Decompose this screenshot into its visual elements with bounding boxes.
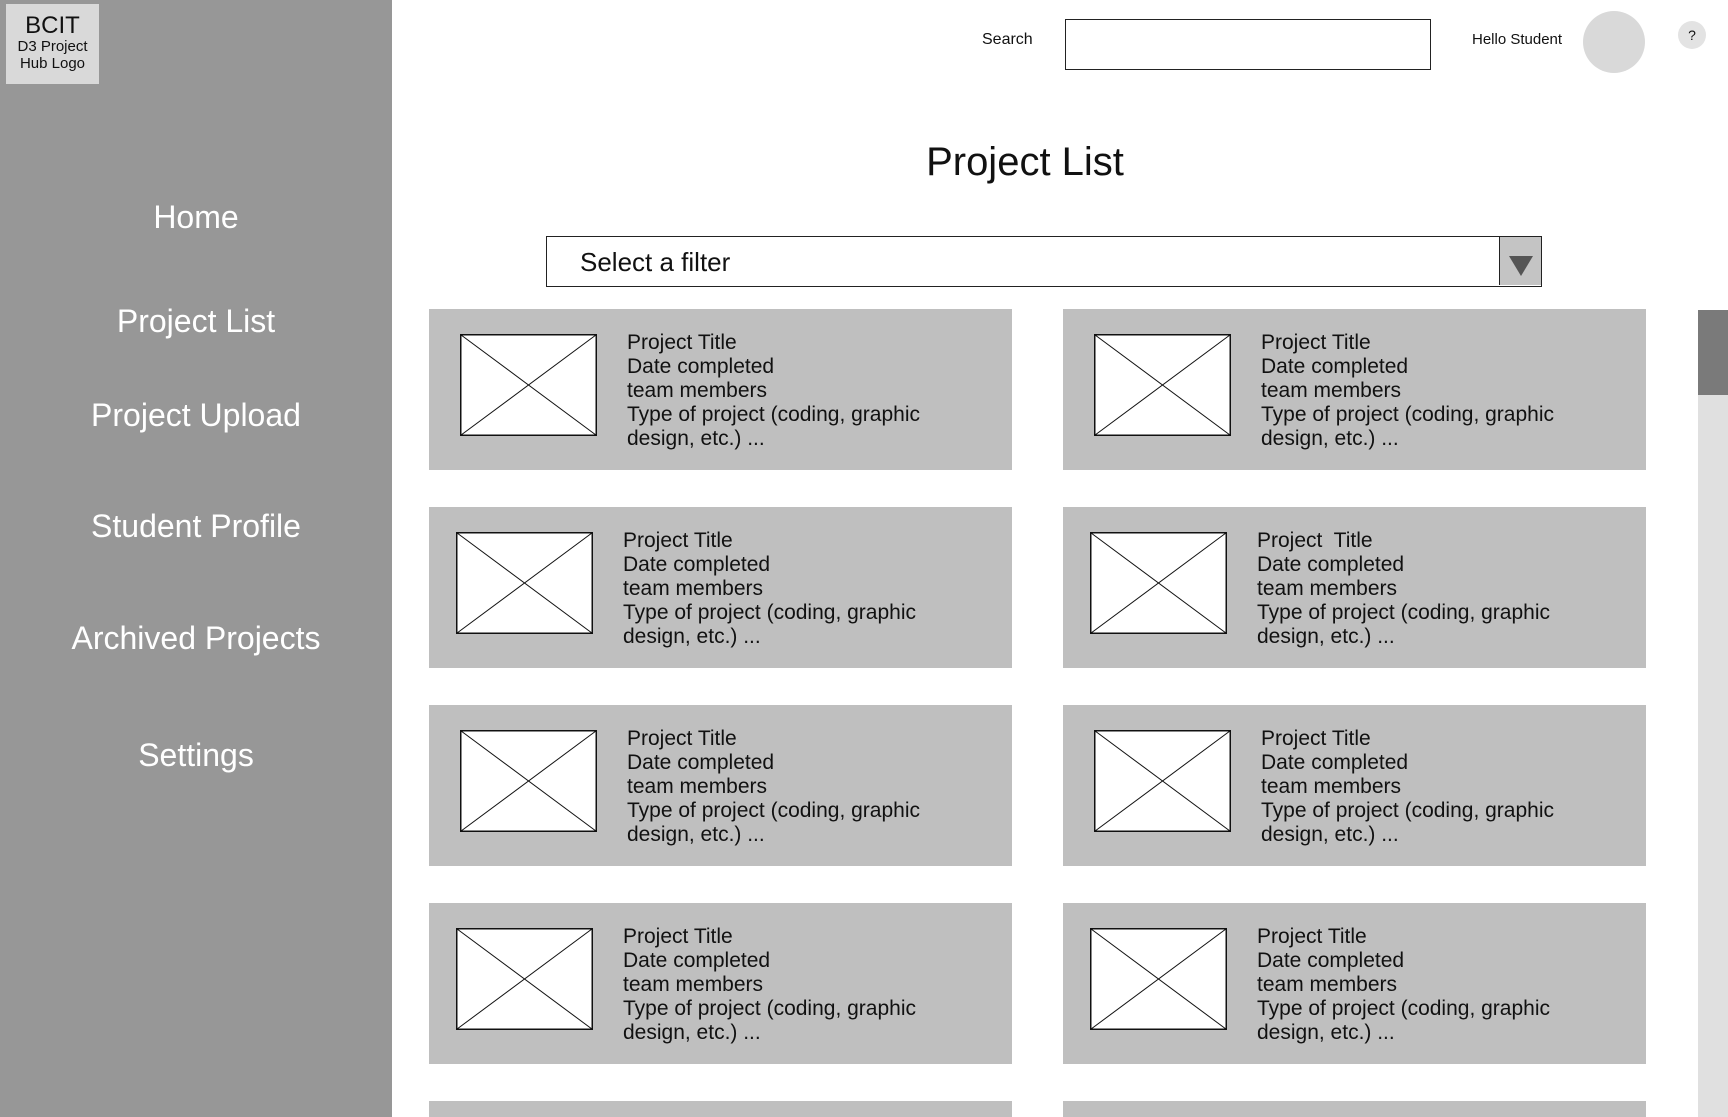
project-card[interactable]: Project Title Date completed team member…: [429, 507, 1012, 668]
project-card[interactable]: Project Title Date completed team member…: [1063, 507, 1646, 668]
scrollbar-thumb[interactable]: [1698, 310, 1728, 395]
project-title: Project Title: [1261, 331, 1371, 354]
project-card[interactable]: Project Title Date completed team member…: [429, 705, 1012, 866]
scrollbar-track[interactable]: [1698, 310, 1728, 1117]
nav-item-student-profile[interactable]: Student Profile: [0, 508, 392, 545]
image-placeholder-icon: [1094, 730, 1231, 832]
logo-line-2: D3 Project: [17, 38, 88, 56]
nav-item-settings[interactable]: Settings: [0, 737, 392, 774]
image-placeholder-icon: [1090, 928, 1227, 1030]
nav-item-home[interactable]: Home: [0, 199, 392, 236]
project-title: Project Title: [1257, 529, 1373, 552]
project-type: Type of project (coding, graphic: [1257, 997, 1550, 1020]
image-placeholder-icon: [456, 532, 593, 634]
project-type-cont: design, etc.) ...: [1261, 427, 1399, 450]
page-title: Project List: [926, 140, 1124, 184]
image-placeholder-icon: [460, 730, 597, 832]
project-card-info: Project Title Date completed team member…: [623, 925, 916, 1045]
project-date: Date completed: [1257, 553, 1405, 576]
image-placeholder-icon: [1090, 532, 1227, 634]
project-members: team members: [623, 577, 764, 600]
logo-line-3: Hub Logo: [19, 54, 86, 72]
image-placeholder-icon: [460, 334, 597, 436]
project-type: Type of project (coding, graphic: [1261, 403, 1554, 426]
project-type: Type of project (coding, graphic: [623, 601, 916, 624]
nav-item-project-list[interactable]: Project List: [0, 303, 392, 340]
project-title: Project Title: [1257, 925, 1367, 948]
project-members: team members: [627, 775, 768, 798]
project-card-info: Project Title Date completed team member…: [627, 331, 920, 451]
filter-selected-value: Select a filter: [580, 247, 731, 277]
triangle-down-icon: [1509, 256, 1533, 276]
project-type-cont: design, etc.) ...: [623, 625, 761, 648]
project-card[interactable]: Project Title Date completed team member…: [429, 903, 1012, 1064]
logo-line-1: BCIT: [25, 12, 80, 39]
project-card-info: Project Title Date completed team member…: [1257, 925, 1550, 1045]
nav-item-project-upload[interactable]: Project Upload: [0, 397, 392, 434]
image-placeholder-icon: [1094, 334, 1231, 436]
project-card[interactable]: Project Title Date completed team member…: [1063, 309, 1646, 470]
filter-select[interactable]: Select a filter: [546, 236, 1542, 287]
project-type: Type of project (coding, graphic: [1257, 601, 1550, 624]
filter-dropdown-button[interactable]: [1499, 237, 1541, 285]
project-date: Date completed: [1261, 355, 1409, 378]
project-card-info: Project Title Date completed team member…: [1257, 529, 1550, 649]
project-title: Project Title: [623, 925, 733, 948]
avatar[interactable]: [1583, 11, 1645, 73]
project-type-cont: design, etc.) ...: [623, 1021, 761, 1044]
project-type-cont: design, etc.) ...: [627, 427, 765, 450]
sidebar: BCIT D3 Project Hub Logo Home Project Li…: [0, 0, 392, 1117]
project-members: team members: [1261, 775, 1402, 798]
project-card-info: Project Title Date completed team member…: [1261, 727, 1554, 847]
project-card[interactable]: [1063, 1101, 1646, 1117]
project-card[interactable]: Project Title Date completed team member…: [429, 309, 1012, 470]
project-type-cont: design, etc.) ...: [1257, 625, 1395, 648]
project-type-cont: design, etc.) ...: [1257, 1021, 1395, 1044]
project-type-cont: design, etc.) ...: [627, 823, 765, 846]
project-card[interactable]: [429, 1101, 1012, 1117]
project-date: Date completed: [1257, 949, 1405, 972]
search-label: Search: [982, 31, 1033, 48]
logo[interactable]: BCIT D3 Project Hub Logo: [6, 4, 99, 84]
project-type: Type of project (coding, graphic: [627, 403, 920, 426]
project-date: Date completed: [623, 949, 771, 972]
project-type: Type of project (coding, graphic: [1261, 799, 1554, 822]
project-members: team members: [627, 379, 768, 402]
project-date: Date completed: [1261, 751, 1409, 774]
project-members: team members: [623, 973, 764, 996]
project-date: Date completed: [627, 355, 775, 378]
image-placeholder-icon: [456, 928, 593, 1030]
project-members: team members: [1257, 973, 1398, 996]
project-type: Type of project (coding, graphic: [627, 799, 920, 822]
project-title: Project Title: [623, 529, 733, 552]
project-title: Project Title: [627, 331, 737, 354]
project-card-info: Project Title Date completed team member…: [627, 727, 920, 847]
project-members: team members: [1257, 577, 1398, 600]
project-title: Project Title: [627, 727, 737, 750]
project-date: Date completed: [627, 751, 775, 774]
nav-item-archived-projects[interactable]: Archived Projects: [0, 620, 392, 657]
project-type-cont: design, etc.) ...: [1261, 823, 1399, 846]
project-members: team members: [1261, 379, 1402, 402]
greeting-text: Hello Student: [1472, 31, 1563, 48]
project-date: Date completed: [623, 553, 771, 576]
project-card-info: Project Title Date completed team member…: [1261, 331, 1554, 451]
search-input[interactable]: [1065, 19, 1431, 70]
project-card[interactable]: Project Title Date completed team member…: [1063, 705, 1646, 866]
project-card-info: Project Title Date completed team member…: [623, 529, 916, 649]
project-card[interactable]: Project Title Date completed team member…: [1063, 903, 1646, 1064]
project-type: Type of project (coding, graphic: [623, 997, 916, 1020]
project-title: Project Title: [1261, 727, 1371, 750]
help-icon[interactable]: ?: [1678, 21, 1706, 49]
